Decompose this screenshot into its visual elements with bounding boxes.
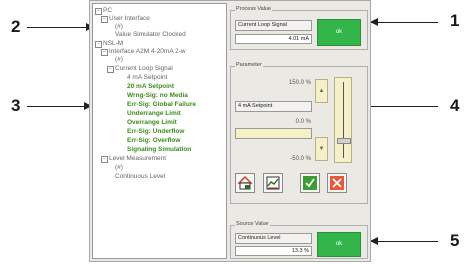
chart-icon <box>266 176 280 190</box>
collapse-icon[interactable]: − <box>101 49 108 56</box>
process-ok-button[interactable]: ok <box>317 19 361 46</box>
slider-thumb[interactable] <box>337 138 351 145</box>
tree-node-signaling-simulation[interactable]: Signaling Simulation <box>127 146 191 154</box>
callout-arrow-2 <box>27 23 94 31</box>
device-load-button[interactable] <box>235 173 255 193</box>
callout-arrow-4 <box>362 102 438 110</box>
tree-node-err-global-failure[interactable]: Err-Sig: Global Failure <box>127 101 196 109</box>
tree-node-err-overflow[interactable]: Err-Sig: Overflow <box>127 137 180 145</box>
collapse-icon[interactable]: − <box>95 41 102 48</box>
slider-track <box>343 82 344 158</box>
tree-node-interface[interactable]: − Interface A2M 4-20mA 2-w <box>101 48 186 56</box>
tree-node-user-interface[interactable]: − User Interface <box>101 15 150 23</box>
tree-node-wrng-no-media[interactable]: Wrng-Sig: no Media <box>127 92 188 100</box>
parameter-slider[interactable] <box>334 77 352 163</box>
tree-node-current-loop-signal[interactable]: − Current Loop Signal <box>107 65 173 73</box>
tree-node-value-simulator[interactable]: Value Simulator Clocked <box>115 31 186 39</box>
parameter-value-input[interactable] <box>235 128 312 139</box>
source-value-group: Source Value Continuous Level 13.3 % ok <box>230 221 368 259</box>
tree-node-hash[interactable]: (#) <box>115 164 123 172</box>
callout-2: 2 <box>11 17 21 36</box>
callout-5: 5 <box>450 231 460 250</box>
source-value-field: 13.3 % <box>235 246 312 256</box>
collapse-icon[interactable]: − <box>107 66 114 73</box>
collapse-icon[interactable]: − <box>101 16 108 23</box>
tree-node-20ma-setpoint[interactable]: 20 mA Setpoint <box>127 83 174 91</box>
app-window: − PC − User Interface (#) Value Simulator … <box>89 0 371 262</box>
close-icon <box>330 176 344 190</box>
checkmark-icon <box>303 176 317 190</box>
device-download-icon <box>237 176 253 190</box>
callout-arrow-1 <box>370 18 438 26</box>
decrease-button[interactable]: ▼ <box>315 137 328 161</box>
callout-3: 3 <box>11 96 21 115</box>
collapse-icon[interactable]: − <box>101 156 108 163</box>
callout-4: 4 <box>450 96 460 115</box>
process-value-field: 4.01 mA <box>235 34 312 44</box>
process-value-title: Process Value <box>235 6 273 12</box>
tree-node-overrange-limit[interactable]: Overrange Limit <box>127 119 177 127</box>
callout-arrow-5 <box>370 237 438 245</box>
tree-node-continuous-level[interactable]: Continuous Level <box>115 173 165 181</box>
source-value-title: Source Value <box>235 221 270 227</box>
tree-node-hash[interactable]: (#) <box>115 56 123 64</box>
callout-arrow-3 <box>27 102 92 110</box>
parameter-setpoint-name: 4 mA Setpoint <box>235 101 312 112</box>
accept-button[interactable] <box>300 173 320 193</box>
parameter-title: Parameter <box>235 62 263 68</box>
tree-node-underrange-limit[interactable]: Underrange Limit <box>127 110 181 118</box>
tree-node-err-underflow[interactable]: Err-Sig: Underflow <box>127 128 184 136</box>
source-name: Continuous Level <box>235 233 312 244</box>
tree-node-level-measurement[interactable]: − Level Measurement <box>101 155 166 163</box>
source-ok-button[interactable]: ok <box>317 232 361 257</box>
process-value-group: Process Value Current Loop Signal 4.01 m… <box>230 6 368 50</box>
chart-button[interactable] <box>263 173 283 193</box>
callout-1: 1 <box>450 11 460 30</box>
collapse-icon[interactable]: − <box>95 8 102 15</box>
right-panel: Process Value Current Loop Signal 4.01 m… <box>230 3 370 259</box>
parameter-max-value: 150.0 % <box>288 80 311 86</box>
process-signal-name: Current Loop Signal <box>235 20 312 31</box>
parameter-group: Parameter 150.0 % 4 mA Setpoint 0.0 % -5… <box>230 62 368 204</box>
parameter-min-value: -50.0 % <box>290 156 311 162</box>
tree-node-4ma-setpoint[interactable]: 4 mA Setpoint <box>127 74 167 82</box>
device-tree: − PC − User Interface (#) Value Simulator … <box>92 3 227 259</box>
increase-button[interactable]: ▲ <box>315 79 328 103</box>
parameter-current-value: 0.0 % <box>295 119 311 125</box>
cancel-button[interactable] <box>327 173 347 193</box>
